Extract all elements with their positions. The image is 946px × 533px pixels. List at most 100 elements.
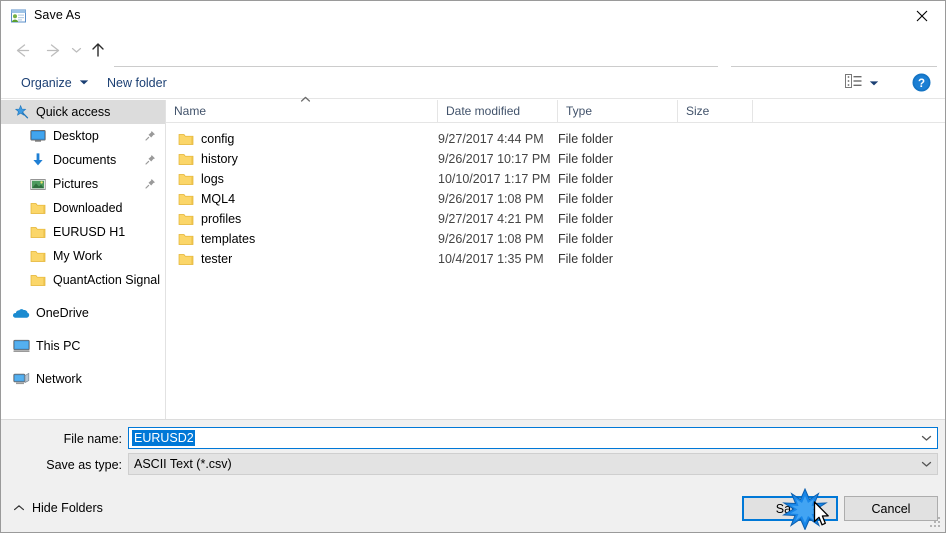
file-date-cell: 9/27/2017 4:44 PM — [438, 132, 544, 146]
file-name-cell: profiles — [178, 212, 241, 226]
file-name-label: logs — [201, 172, 224, 186]
sort-ascending-icon — [298, 96, 312, 106]
file-name-label: history — [201, 152, 238, 166]
sidebar-item-label: This PC — [36, 339, 81, 353]
file-name-cell: logs — [178, 172, 224, 186]
new-folder-label: New folder — [107, 75, 167, 90]
chevron-down-icon[interactable] — [916, 454, 937, 474]
sidebar-item-eurusd-h1[interactable]: EURUSD H1 — [1, 220, 165, 244]
save-as-type-label: Save as type: — [46, 458, 122, 472]
sidebar-item-desktop[interactable]: Desktop — [1, 124, 165, 148]
chevron-up-icon — [13, 501, 25, 515]
star-pin-icon — [11, 104, 31, 120]
table-row[interactable]: logs 10/10/2017 1:17 PM File folder — [166, 169, 945, 189]
pin-icon[interactable] — [145, 154, 156, 168]
sidebar-item-pictures[interactable]: Pictures — [1, 172, 165, 196]
file-name-cell: tester — [178, 252, 232, 266]
forward-button[interactable] — [40, 37, 66, 63]
column-headers: Name Date modified Type Size — [166, 96, 945, 123]
file-list-pane: Name Date modified Type Size config 9/27… — [166, 96, 945, 418]
pictures-icon — [28, 178, 48, 191]
folder-icon — [28, 249, 48, 263]
cancel-button-label: Cancel — [871, 501, 911, 516]
organize-button[interactable]: Organize — [15, 67, 95, 98]
sidebar-item-documents[interactable]: Documents — [1, 148, 165, 172]
navigation-sidebar[interactable]: Quick access Desktop Documents Pictures … — [1, 100, 165, 418]
close-button[interactable] — [899, 1, 945, 31]
file-name-cell: MQL4 — [178, 192, 235, 206]
file-name-label: config — [201, 132, 235, 146]
hide-folders-button[interactable]: Hide Folders — [13, 501, 103, 515]
resize-grip-icon[interactable] — [929, 516, 942, 529]
file-name-cell: config — [178, 132, 234, 146]
table-row[interactable]: config 9/27/2017 4:44 PM File folder — [166, 129, 945, 149]
sidebar-item-label: Documents — [53, 153, 117, 167]
folder-icon — [178, 232, 194, 246]
help-button[interactable]: ? — [912, 73, 931, 92]
sidebar-item-this-pc[interactable]: This PC — [1, 334, 165, 358]
folder-icon — [28, 225, 48, 239]
sidebar-item-downloaded[interactable]: Downloaded — [1, 196, 165, 220]
file-name-label: profiles — [201, 212, 242, 226]
file-name-cell: templates — [178, 232, 255, 246]
folder-icon — [178, 152, 194, 166]
save-as-app-icon — [10, 8, 27, 25]
view-options-caret-icon — [869, 76, 879, 90]
folder-icon — [178, 212, 194, 226]
column-header-date-modified[interactable]: Date modified — [438, 100, 558, 122]
file-type-cell: File folder — [558, 192, 613, 206]
file-type-cell: File folder — [558, 212, 613, 226]
save-as-type-select[interactable]: ASCII Text (*.csv) — [128, 453, 938, 475]
recent-locations-button[interactable] — [67, 37, 85, 63]
hide-folders-label: Hide Folders — [32, 501, 103, 515]
table-row[interactable]: profiles 9/27/2017 4:21 PM File folder — [166, 209, 945, 229]
file-date-cell: 9/27/2017 4:21 PM — [438, 212, 544, 226]
cancel-button[interactable]: Cancel — [844, 496, 938, 521]
column-header-size[interactable]: Size — [678, 100, 753, 122]
sidebar-item-my-work[interactable]: My Work — [1, 244, 165, 268]
command-bar: Organize New folder ? — [1, 67, 945, 99]
view-options-button[interactable] — [839, 67, 885, 98]
file-name-cell: history — [178, 152, 238, 166]
back-button[interactable] — [9, 37, 35, 63]
sidebar-item-quick-access[interactable]: Quick access — [1, 100, 165, 124]
sidebar-item-label: Downloaded — [53, 201, 123, 215]
file-type-cell: File folder — [558, 152, 613, 166]
column-header-label: Type — [566, 104, 593, 118]
desktop-icon — [28, 129, 48, 143]
sidebar-item-label: Desktop — [53, 129, 99, 143]
file-name-value[interactable]: EURUSD2 — [132, 430, 195, 446]
pin-icon[interactable] — [145, 178, 156, 192]
folder-icon — [178, 252, 194, 266]
view-options-icon — [845, 74, 862, 91]
sidebar-item-network[interactable]: Network — [1, 367, 165, 391]
column-header-type[interactable]: Type — [558, 100, 678, 122]
pin-icon[interactable] — [145, 130, 156, 144]
column-header-name[interactable]: Name — [166, 96, 438, 122]
table-row[interactable]: MQL4 9/26/2017 1:08 PM File folder — [166, 189, 945, 209]
organize-label: Organize — [21, 75, 72, 90]
column-header-label: Date modified — [446, 104, 521, 118]
file-rows: config 9/27/2017 4:44 PM File folder his… — [166, 123, 945, 269]
file-date-cell: 9/26/2017 10:17 PM — [438, 152, 551, 166]
sidebar-item-label: Network — [36, 372, 82, 386]
sidebar-item-label: EURUSD H1 — [53, 225, 126, 239]
sidebar-item-label: Pictures — [53, 177, 99, 191]
sidebar-item-quantaction-signal[interactable]: QuantAction Signal — [1, 268, 165, 292]
file-name-input[interactable]: EURUSD2 — [128, 427, 938, 449]
file-type-cell: File folder — [558, 172, 613, 186]
new-folder-button[interactable]: New folder — [101, 67, 173, 98]
save-button[interactable]: Save — [742, 496, 838, 521]
up-button[interactable] — [85, 37, 111, 63]
documents-download-icon — [28, 152, 48, 168]
file-name-label: templates — [201, 232, 256, 246]
table-row[interactable]: tester 10/4/2017 1:35 PM File folder — [166, 249, 945, 269]
table-row[interactable]: history 9/26/2017 10:17 PM File folder — [166, 149, 945, 169]
table-row[interactable]: templates 9/26/2017 1:08 PM File folder — [166, 229, 945, 249]
sidebar-item-onedrive[interactable]: OneDrive — [1, 301, 165, 325]
column-header-label: Name — [174, 104, 207, 118]
chevron-down-icon[interactable] — [916, 428, 937, 448]
